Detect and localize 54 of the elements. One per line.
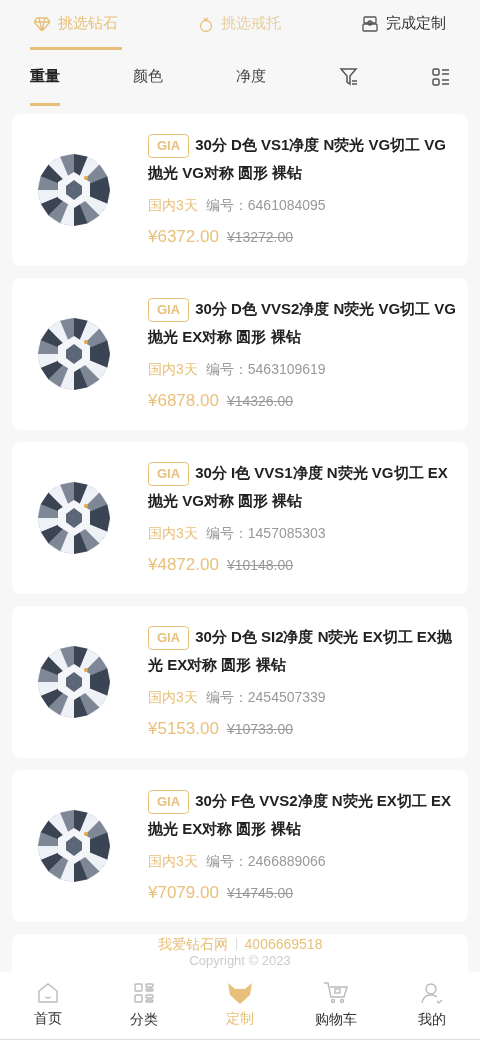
product-card[interactable]: GIA 30分 F色 VVS2净度 N荧光 EX切工 EX抛光 EX对称 圆形 裸钻 国内3天 编号：2466889066 ¥7079.00 ¥14745.00 [12, 770, 468, 922]
product-code: 编号：2466889066 [205, 851, 326, 871]
product-card[interactable]: GIA 30分 D色 VVS2净度 N荧光 VG切工 VG抛光 EX对称 圆形 裸钻 国内3天 编号：5463109619 ¥6878.00 ¥14326.00 [12, 278, 468, 430]
sort-tab[interactable]: 颜色 [133, 50, 163, 106]
price: ¥6878.00 [148, 389, 219, 412]
product-title: GIA 30分 D色 VS1净度 N荧光 VG切工 VG抛光 VG对称 圆形 裸钻 [148, 132, 447, 183]
product-title: GIA 30分 D色 SI2净度 N荧光 EX切工 EX抛光 EX对称 圆形 裸钻 [148, 624, 453, 675]
price: ¥4872.00 [148, 553, 219, 576]
cart-icon [323, 981, 349, 1005]
product-title: GIA 30分 D色 VVS2净度 N荧光 VG切工 VG抛光 EX对称 圆形 裸钻 [148, 296, 457, 347]
sort-tab[interactable]: 重量 [30, 50, 60, 106]
original-price: ¥13272.00 [226, 227, 294, 247]
price: ¥5153.00 [148, 717, 219, 740]
product-card[interactable]: GIA 30分 D色 VS1净度 N荧光 VG切工 VG抛光 VG对称 圆形 裸钻 国内3天 编号：6461084095 ¥6372.00 ¥13272.00 [12, 114, 468, 266]
box-icon [362, 15, 378, 32]
product-code: 编号：1457085303 [205, 523, 326, 543]
certificate-badge: GIA [148, 461, 190, 486]
product-card[interactable]: GIA 30分 D色 SI2净度 N荧光 EX切工 EX抛光 EX对称 圆形 裸钻 国内3天 编号：2454507339 ¥5153.00 ¥10733.00 [12, 606, 468, 758]
certificate-badge: GIA [148, 789, 190, 814]
ring-icon [199, 15, 213, 32]
certificate-badge: GIA [148, 133, 190, 158]
tab-bar-item[interactable]: 我的 [397, 981, 467, 1030]
product-code: 编号：2454507339 [205, 687, 326, 707]
delivery-time: 国内3天 [148, 687, 198, 707]
tab-bar-item[interactable]: 首页 [13, 982, 83, 1029]
fox-icon [227, 982, 253, 1004]
product-code: 编号：5463109619 [205, 359, 326, 379]
product-title: GIA 30分 F色 VVS2净度 N荧光 EX切工 EX抛光 EX对称 圆形 裸钻 [148, 788, 453, 839]
certificate-badge: GIA [148, 297, 190, 322]
home-icon [36, 982, 60, 1004]
certificate-badge: GIA [148, 625, 190, 650]
original-price: ¥10148.00 [226, 555, 294, 575]
delivery-time: 国内3天 [148, 195, 198, 215]
list-icon [432, 67, 450, 86]
original-price: ¥10733.00 [226, 719, 294, 739]
delivery-time: 国内3天 [148, 523, 198, 543]
original-price: ¥14745.00 [226, 883, 294, 903]
original-price: ¥14326.00 [226, 391, 294, 411]
price: ¥7079.00 [148, 881, 219, 904]
product-title: GIA 30分 I色 VVS1净度 N荧光 VG切工 EX抛光 VG对称 圆形 裸钻 [148, 460, 449, 511]
grid-icon [132, 981, 156, 1005]
tab-bar-item[interactable]: 购物车 [301, 981, 371, 1030]
step-tab[interactable]: 完成定制 [358, 0, 450, 50]
tab-bar-item[interactable]: 分类 [109, 981, 179, 1030]
sort-tab[interactable]: 净度 [236, 50, 266, 106]
product-code: 编号：6461084095 [205, 195, 326, 215]
delivery-time: 国内3天 [148, 851, 198, 871]
user-icon [420, 981, 444, 1005]
delivery-time: 国内3天 [148, 359, 198, 379]
brand-name: 我爱钻石网 [157, 935, 228, 953]
product-card[interactable]: GIA 30分 I色 VVS1净度 N荧光 VG切工 EX抛光 VG对称 圆形 裸钻 国内3天 编号：1457085303 ¥4872.00 ¥10148.00 [12, 442, 468, 594]
diamond-icon [34, 16, 50, 31]
price: ¥6372.00 [148, 225, 219, 248]
filter-icon [339, 66, 359, 87]
